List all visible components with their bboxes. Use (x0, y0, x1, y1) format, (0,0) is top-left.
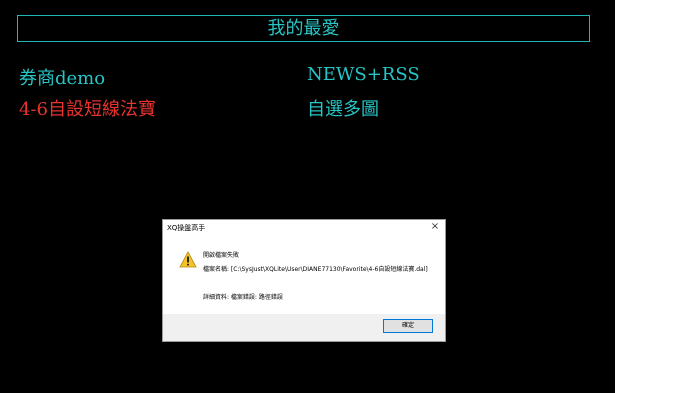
ok-button[interactable]: 確定 (383, 319, 433, 333)
close-icon[interactable]: × (430, 221, 440, 232)
page-title: 我的最愛 (17, 15, 590, 42)
error-dialog: XQ操盤高手 × 開啟檔案失敗 檔案名稱: [C:\SysJust\XQLite… (162, 219, 446, 342)
dialog-message-detail: 詳細資料: 檔案錯誤: 路徑錯誤 (203, 294, 283, 301)
warning-icon (179, 251, 197, 268)
dialog-title: XQ操盤高手 (167, 224, 206, 232)
favorite-item-short-term[interactable]: 4-6自設短線法寶 (19, 95, 156, 121)
dialog-message-filename: 檔案名稱: [C:\SysJust\XQLite\User\DIANE77130… (203, 266, 428, 273)
dialog-footer: 確定 (163, 314, 445, 341)
dialog-message-heading: 開啟檔案失敗 (203, 252, 240, 259)
favorite-item-news-rss[interactable]: NEWS+RSS (307, 64, 420, 85)
favorite-item-broker-demo[interactable]: 券商demo (19, 64, 105, 90)
favorite-item-multi-chart[interactable]: 自選多圖 (307, 95, 379, 121)
